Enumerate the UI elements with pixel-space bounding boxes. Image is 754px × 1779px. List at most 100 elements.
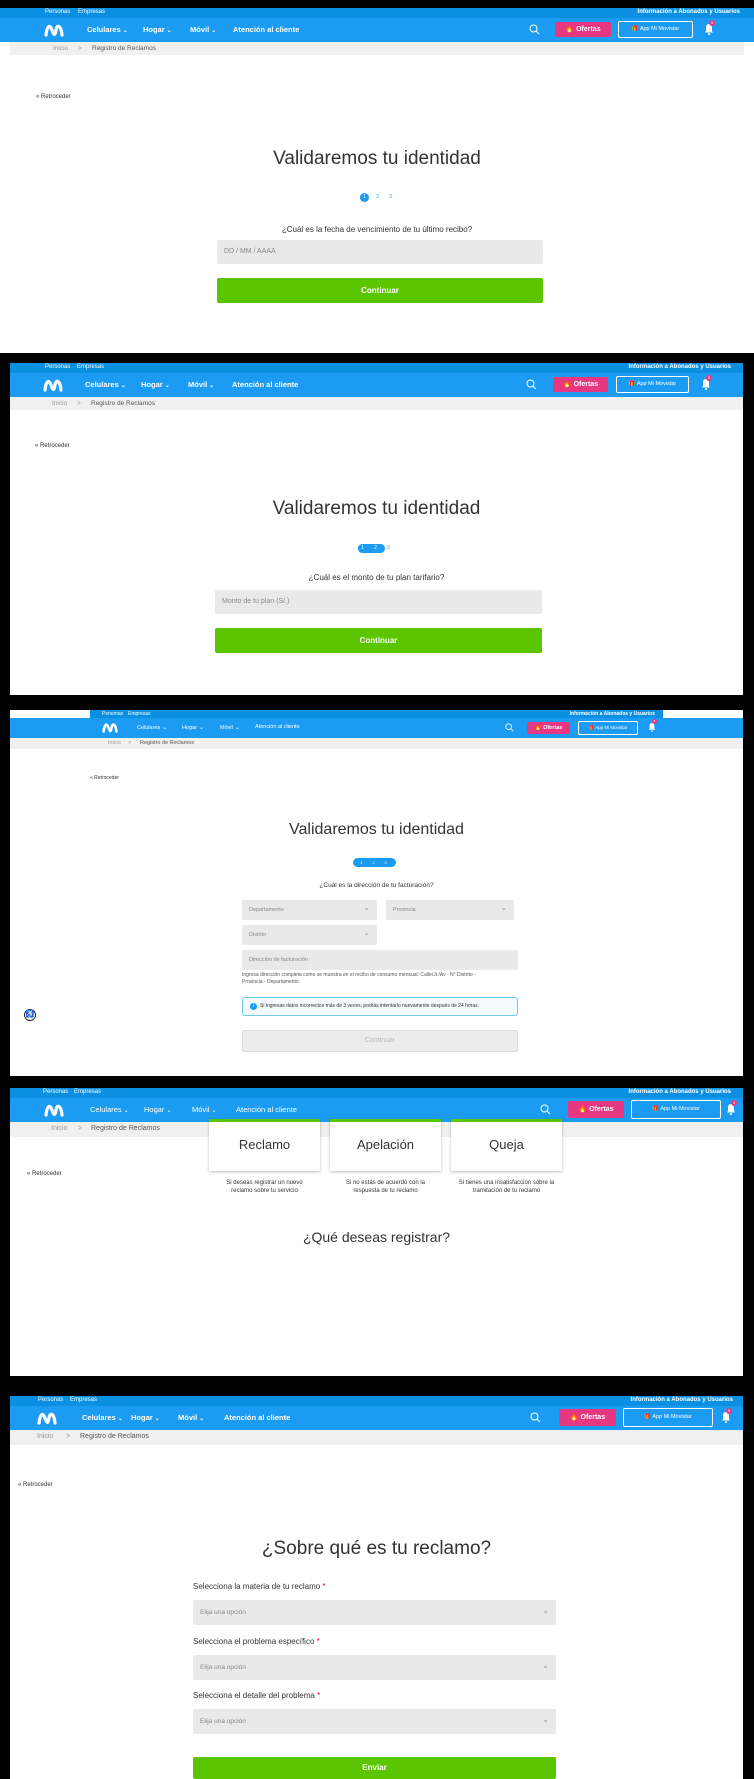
step-3: 3	[389, 194, 392, 200]
step-2: 2	[371, 544, 380, 553]
menu-hogar[interactable]: Hogar ⌄	[131, 1413, 160, 1422]
field-label-materia: Selecciona la materia de tu reclamo *	[193, 1582, 326, 1591]
menu-hogar[interactable]: Hogar ⌄	[144, 1105, 171, 1114]
menu-atencion[interactable]: Atención al cliente	[232, 380, 298, 389]
link-info-abonados[interactable]: Información a Abonados y Usuarios	[629, 1089, 731, 1095]
movistar-logo-icon[interactable]	[37, 1410, 57, 1426]
ofertas-button[interactable]: 🔥 Ofertas	[568, 1101, 624, 1118]
app-mi-movistar-button[interactable]: 🎁 App Mi Movistar	[631, 1100, 721, 1119]
menu-hogar[interactable]: Hogar ⌄	[141, 380, 170, 389]
breadcrumb-separator: >	[78, 45, 82, 52]
menu-celulares[interactable]: Celulares ⌄	[90, 1105, 129, 1114]
departamento-select[interactable]: Departamento	[242, 898, 377, 920]
menu-movil[interactable]: Móvil ⌄	[220, 724, 240, 731]
screen-step-1: Personas Empresas Información a Abonados…	[0, 8, 754, 353]
option-desc-apelacion: Si no estás de acuerdo con la respuesta d…	[345, 1180, 426, 1194]
distrito-select[interactable]: Distrito	[242, 923, 377, 945]
ofertas-button[interactable]: 🔥 Ofertas	[527, 722, 570, 734]
option-card-reclamo[interactable]: Reclamo	[209, 1119, 320, 1171]
due-date-input[interactable]: DD / MM / AAAA	[217, 240, 543, 264]
top-bar: Personas Empresas Información a Abonados…	[10, 1396, 743, 1406]
continue-button-disabled[interactable]: Continuar	[242, 1030, 518, 1052]
ofertas-button[interactable]: 🔥 Ofertas	[555, 22, 611, 37]
link-personas[interactable]: Personas	[45, 364, 70, 370]
link-info-abonados[interactable]: Información a Abonados y Usuarios	[570, 711, 655, 717]
movistar-logo-icon[interactable]	[44, 22, 64, 38]
billing-address-input[interactable]: Dirección de facturación	[242, 950, 518, 970]
provincia-select[interactable]: Provincia	[386, 898, 514, 920]
breadcrumb-home[interactable]: Inicio	[53, 45, 68, 52]
flame-icon: 🔥	[578, 1106, 588, 1113]
menu-movil[interactable]: Móvil ⌄	[192, 1105, 217, 1114]
movistar-logo-icon[interactable]	[102, 721, 118, 734]
search-icon[interactable]	[540, 1104, 551, 1115]
app-mi-movistar-button[interactable]: 🎁 App Mi Movistar	[578, 721, 638, 735]
menu-movil[interactable]: Móvil ⌄	[190, 25, 216, 34]
accessibility-icon[interactable]: ♿	[24, 1009, 36, 1021]
enviar-button[interactable]: Enviar	[193, 1757, 556, 1779]
link-personas[interactable]: Personas	[102, 711, 123, 717]
back-link[interactable]: « Retroceder	[36, 94, 71, 100]
option-card-apelacion[interactable]: Apelación	[330, 1119, 441, 1171]
continue-button[interactable]: Continuar	[217, 278, 543, 303]
link-empresas[interactable]: Empresas	[128, 711, 151, 717]
menu-celulares[interactable]: Celulares ⌄	[82, 1413, 123, 1422]
breadcrumb-home[interactable]: Inicio	[51, 1125, 67, 1132]
search-icon[interactable]	[505, 723, 514, 732]
link-personas[interactable]: Personas	[43, 1089, 68, 1095]
breadcrumb-home[interactable]: Inicio	[52, 400, 67, 407]
menu-atencion[interactable]: Atención al cliente	[255, 724, 300, 730]
link-info-abonados[interactable]: Información a Abonados y Usuarios	[629, 364, 731, 370]
search-icon[interactable]	[530, 1412, 541, 1423]
ofertas-button[interactable]: 🔥 Ofertas	[559, 1409, 616, 1426]
link-empresas[interactable]: Empresas	[78, 9, 105, 15]
menu-celulares[interactable]: Celulares ⌄	[137, 724, 167, 731]
link-empresas[interactable]: Empresas	[74, 1089, 101, 1095]
menu-atencion[interactable]: Atención al cliente	[224, 1413, 290, 1422]
link-empresas[interactable]: Empresas	[77, 364, 104, 370]
gift-icon: 🎁	[628, 381, 636, 387]
back-link[interactable]: « Retroceder	[90, 775, 119, 781]
app-mi-movistar-button[interactable]: 🎁 App Mi Movistar	[623, 1408, 713, 1427]
back-link[interactable]: « Retroceder	[18, 1482, 53, 1488]
continue-button[interactable]: Continuar	[215, 628, 542, 653]
breadcrumb-home[interactable]: Inicio	[37, 1433, 53, 1440]
menu-movil[interactable]: Móvil ⌄	[178, 1413, 204, 1422]
link-info-abonados[interactable]: Información a Abonados y Usuarios	[638, 9, 740, 15]
plan-amount-input[interactable]: Monto de tu plan (S/.)	[215, 590, 542, 614]
materia-select[interactable]: Elija una opción	[193, 1598, 556, 1625]
step-1: 1	[357, 858, 366, 867]
menu-hogar[interactable]: Hogar ⌄	[143, 25, 172, 34]
app-mi-movistar-button[interactable]: 🎁 App Mi Movistar	[616, 376, 689, 393]
flame-icon: 🔥	[565, 26, 575, 33]
menu-celulares[interactable]: Celulares ⌄	[87, 25, 128, 34]
link-empresas[interactable]: Empresas	[70, 1397, 97, 1403]
search-icon[interactable]	[529, 24, 540, 35]
menu-celulares[interactable]: Celulares ⌄	[85, 380, 126, 389]
movistar-logo-icon[interactable]	[44, 1102, 64, 1118]
main-nav: Celulares ⌄ Hogar ⌄ Móvil ⌄ Atención al cli…	[10, 1406, 743, 1430]
option-card-queja[interactable]: Queja	[451, 1119, 562, 1171]
main-nav: Celulares ⌄ Hogar ⌄ Móvil ⌄ Atención al cli…	[10, 373, 743, 397]
back-link[interactable]: « Retroceder	[35, 443, 70, 449]
detalle-select[interactable]: Elija una opción	[193, 1707, 556, 1734]
menu-atencion[interactable]: Atención al cliente	[233, 25, 299, 34]
menu-hogar[interactable]: Hogar ⌄	[182, 724, 204, 731]
chevron-down-icon: ⌄	[199, 1416, 205, 1422]
link-info-abonados[interactable]: Información a Abonados y Usuarios	[631, 1397, 733, 1403]
menu-atencion[interactable]: Atención al cliente	[236, 1105, 297, 1114]
movistar-logo-icon[interactable]	[43, 377, 63, 393]
app-mi-movistar-button[interactable]: 🎁 App Mi Movistar	[618, 21, 693, 38]
chevron-down-icon: ⌄	[117, 1416, 123, 1422]
breadcrumb-home[interactable]: Inicio	[108, 740, 121, 746]
link-personas[interactable]: Personas	[38, 1397, 63, 1403]
breadcrumb-current: Registro de Reclamos	[91, 400, 155, 407]
field-label-detalle: Selecciona el detalle del problema *	[193, 1691, 321, 1700]
ofertas-button[interactable]: 🔥 Ofertas	[553, 377, 608, 392]
breadcrumb-current: Registro de Reclamos	[80, 1433, 149, 1440]
menu-movil[interactable]: Móvil ⌄	[188, 380, 214, 389]
search-icon[interactable]	[526, 379, 537, 390]
back-link[interactable]: « Retroceder	[27, 1171, 62, 1177]
problema-select[interactable]: Elija una opción	[193, 1653, 556, 1680]
link-personas[interactable]: Personas	[45, 9, 70, 15]
